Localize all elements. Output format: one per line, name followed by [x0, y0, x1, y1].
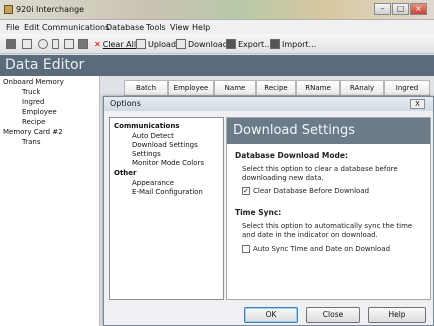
db-mode-description-1: Select this option to clear a database b…: [242, 165, 398, 173]
column-recipe[interactable]: Recipe: [256, 80, 296, 96]
menu-edit[interactable]: Edit: [24, 23, 40, 32]
app-window: 920i Interchange – □ × File Edit Communi…: [0, 0, 434, 326]
column-rname[interactable]: RName: [296, 80, 340, 96]
import-icon: [270, 39, 280, 49]
window-title: 920i Interchange: [16, 5, 85, 14]
dialog-title: Options: [104, 97, 433, 111]
menu-help[interactable]: Help: [192, 23, 210, 32]
clear-database-label: Clear Database Before Download: [253, 187, 370, 195]
close-button[interactable]: Close: [306, 307, 360, 323]
panel-title: Download Settings: [227, 118, 430, 144]
column-name[interactable]: Name: [214, 80, 256, 96]
tree-item-employee[interactable]: Employee: [22, 108, 57, 116]
undo-icon[interactable]: [38, 37, 48, 51]
options-dialog: Options X Communications Auto Detect Dow…: [103, 96, 434, 326]
column-employee[interactable]: Employee: [168, 80, 214, 96]
options-tree-other[interactable]: Other: [114, 169, 136, 177]
options-tree-email-configuration[interactable]: E-Mail Configuration: [132, 188, 203, 196]
export-icon: [226, 39, 236, 49]
settings-panel: Download Settings Database Download Mode…: [226, 117, 431, 300]
title-bar: 920i Interchange – □ ×: [0, 0, 434, 20]
grid-header: Batch Employee Name Recipe RName RAnaly …: [104, 80, 434, 96]
tree-item-memory-card[interactable]: Memory Card #2: [3, 128, 63, 136]
time-sync-description-2: and date in the indicator on download.: [242, 231, 378, 239]
copy-icon[interactable]: [64, 37, 74, 51]
menu-view[interactable]: View: [170, 23, 189, 32]
export-button[interactable]: Export...: [226, 37, 272, 51]
tree-item-trans[interactable]: Trans: [22, 138, 41, 146]
options-tree-settings[interactable]: Settings: [132, 150, 161, 158]
tree-item-recipe[interactable]: Recipe: [22, 118, 45, 126]
tree-item-onboard-memory[interactable]: Onboard Memory: [3, 78, 64, 86]
help-button[interactable]: Help: [368, 307, 426, 323]
options-tree-appearance[interactable]: Appearance: [132, 179, 174, 187]
upload-icon: [136, 39, 146, 49]
upload-button[interactable]: Upload: [136, 37, 176, 51]
column-batch[interactable]: Batch: [124, 80, 168, 96]
clear-icon: ✕: [94, 39, 101, 49]
tree-item-truck[interactable]: Truck: [22, 88, 40, 96]
db-mode-description-2: downloading new data.: [242, 174, 324, 182]
download-icon: [176, 39, 186, 49]
menu-database[interactable]: Database: [106, 23, 144, 32]
tree-item-ingred[interactable]: Ingred: [22, 98, 44, 106]
auto-sync-checkbox[interactable]: [242, 245, 250, 253]
dialog-close-button[interactable]: X: [410, 99, 425, 109]
menu-file[interactable]: File: [6, 23, 19, 32]
options-tree-communications[interactable]: Communications: [114, 122, 179, 130]
menu-communications[interactable]: Communications: [42, 23, 109, 32]
options-tree-download-settings[interactable]: Download Settings: [132, 141, 198, 149]
ok-button[interactable]: OK: [244, 307, 298, 323]
time-sync-heading: Time Sync:: [235, 208, 282, 217]
app-icon: [4, 5, 13, 14]
maximize-button[interactable]: □: [392, 3, 409, 15]
db-mode-heading: Database Download Mode:: [235, 151, 349, 160]
memory-tree: Onboard Memory Truck Ingred Employee Rec…: [0, 76, 100, 326]
close-window-button[interactable]: ×: [410, 3, 427, 15]
column-ranaly[interactable]: RAnaly: [340, 80, 384, 96]
paste-icon[interactable]: [78, 37, 88, 51]
cut-icon[interactable]: [52, 37, 59, 51]
minimize-button[interactable]: –: [374, 3, 391, 15]
import-button[interactable]: Import...: [270, 37, 316, 51]
print-icon[interactable]: [22, 37, 32, 51]
options-tree: Communications Auto Detect Download Sett…: [109, 117, 224, 300]
clear-all-button[interactable]: ✕ Clear All: [94, 37, 136, 51]
column-ingred[interactable]: Ingred: [384, 80, 430, 96]
options-tree-auto-detect[interactable]: Auto Detect: [132, 132, 174, 140]
auto-sync-label: Auto Sync Time and Date on Download: [253, 245, 391, 253]
menu-bar: File Edit Communications Database Tools …: [0, 20, 434, 34]
options-tree-monitor-mode-colors[interactable]: Monitor Mode Colors: [132, 159, 204, 167]
download-button[interactable]: Download: [176, 37, 228, 51]
new-icon[interactable]: [6, 37, 16, 51]
page-title: Data Editor: [0, 55, 434, 76]
time-sync-description-1: Select this option to automatically sync…: [242, 222, 413, 230]
menu-tools[interactable]: Tools: [146, 23, 166, 32]
clear-database-checkbox[interactable]: ✓: [242, 187, 250, 195]
toolbar: ✕ Clear All Upload Download Export... Imp…: [0, 34, 434, 54]
